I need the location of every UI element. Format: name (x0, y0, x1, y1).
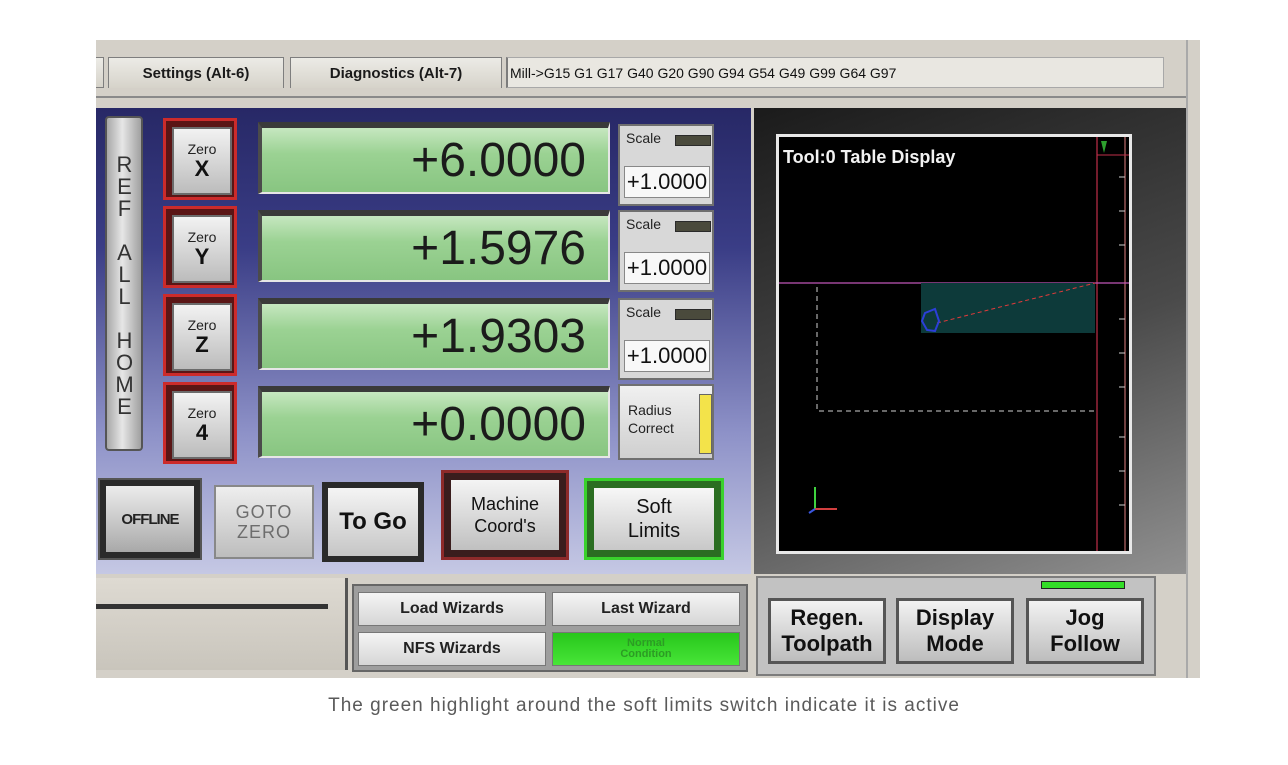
to-go-label: To Go (328, 488, 418, 556)
scale-label: Scale (626, 304, 662, 320)
scale-z[interactable]: Scale +1.0000 (618, 298, 714, 380)
axis-letter: Z (195, 331, 209, 357)
mach3-screenshot: Settings (Alt-6) Diagnostics (Alt-7) Mil… (96, 40, 1200, 678)
wizard-panel: Load Wizards Last Wizard NFS Wizards Nor… (352, 584, 748, 672)
to-go-button[interactable]: To Go (322, 482, 424, 562)
zero-4-button[interactable]: Zero 4 (163, 382, 237, 464)
scale-value[interactable]: +1.0000 (624, 166, 710, 198)
display-line1: Display (915, 605, 995, 630)
radius-correct-button[interactable]: Radius Correct (618, 384, 714, 460)
file-slot (96, 578, 348, 670)
zero-label: Zero (187, 316, 217, 333)
soft-line2: Limits (627, 520, 681, 542)
load-wizards-button[interactable]: Load Wizards (358, 592, 546, 626)
scale-label: Scale (626, 130, 662, 146)
machine-coords-button[interactable]: Machine Coord's (441, 470, 569, 560)
display-mode-button[interactable]: Display Mode (896, 598, 1014, 664)
ref-all-home-label: REF ALL HOME (112, 151, 137, 416)
axis-letter: 4 (195, 419, 209, 445)
image-caption: The green highlight around the soft limi… (328, 695, 960, 716)
radius-line1: Radius (628, 402, 672, 418)
dro-x[interactable]: +6.0000 (258, 122, 610, 194)
tab-edge (96, 57, 104, 88)
scale-x[interactable]: Scale +1.0000 (618, 124, 714, 206)
window-right-edge (1186, 40, 1200, 678)
axis-letter: Y (194, 243, 210, 269)
display-line2: Mode (926, 631, 984, 656)
offline-button[interactable]: OFFLINE (98, 478, 202, 560)
scale-label: Scale (626, 216, 662, 232)
soft-limits-button[interactable]: Soft Limits (584, 478, 724, 560)
scale-y[interactable]: Scale +1.0000 (618, 210, 714, 292)
jog-follow-button[interactable]: Jog Follow (1026, 598, 1144, 664)
goto-line2: ZERO (236, 522, 291, 542)
zero-x-button[interactable]: Zero X (163, 118, 237, 200)
tab-settings[interactable]: Settings (Alt-6) (108, 57, 284, 88)
scale-value[interactable]: +1.0000 (624, 340, 710, 372)
soft-line1: Soft (636, 496, 672, 518)
dro-y[interactable]: +1.5976 (258, 210, 610, 282)
ref-all-home-button[interactable]: REF ALL HOME (105, 116, 143, 451)
radius-correct-label: Radius Correct (628, 401, 674, 437)
spindle-marker (1101, 141, 1107, 153)
scale-led (675, 309, 711, 320)
radius-correct-indicator (699, 394, 712, 454)
jog-line1: Jog (1065, 605, 1105, 630)
radius-line2: Correct (628, 420, 674, 436)
offline-label: OFFLINE (106, 486, 194, 552)
nfs-wizards-button[interactable]: NFS Wizards (358, 632, 546, 666)
regen-toolpath-button[interactable]: Regen. Toolpath (768, 598, 886, 664)
goto-zero-button[interactable]: GOTO ZERO (214, 485, 314, 559)
tab-strip: Settings (Alt-6) Diagnostics (Alt-7) Mil… (96, 40, 1200, 98)
slot-divider (96, 604, 328, 609)
zero-z-button[interactable]: Zero Z (163, 294, 237, 376)
scale-value[interactable]: +1.0000 (624, 252, 710, 284)
dro-4[interactable]: +0.0000 (258, 386, 610, 458)
scale-led (675, 135, 711, 146)
z-axis-icon (808, 508, 816, 514)
zero-label: Zero (187, 228, 217, 245)
zero-label: Zero (187, 140, 217, 157)
machine-line1: Machine (470, 494, 540, 514)
regen-line2: Toolpath (781, 631, 873, 656)
tab-diagnostics[interactable]: Diagnostics (Alt-7) (290, 57, 502, 88)
jog-line2: Follow (1050, 631, 1120, 656)
toolpath-display[interactable]: Tool:0 Table Display (776, 134, 1132, 554)
normal-line2: Condition (620, 648, 672, 660)
modal-gcode-status: Mill->G15 G1 G17 G40 G20 G90 G94 G54 G49… (506, 57, 1164, 88)
axis-letter: X (194, 155, 210, 181)
jog-follow-led (1041, 581, 1125, 589)
last-wizard-button[interactable]: Last Wizard (552, 592, 740, 626)
dro-z[interactable]: +1.9303 (258, 298, 610, 370)
zero-y-button[interactable]: Zero Y (163, 206, 237, 288)
zero-label: Zero (187, 404, 217, 421)
stock-region (921, 283, 1095, 333)
scale-led (675, 221, 711, 232)
machine-line2: Coord's (474, 516, 536, 536)
normal-condition-indicator: Normal Condition (552, 632, 740, 666)
toolpath-graphic (779, 137, 1129, 551)
goto-line1: GOTO (235, 502, 293, 522)
regen-line1: Regen. (790, 605, 864, 630)
